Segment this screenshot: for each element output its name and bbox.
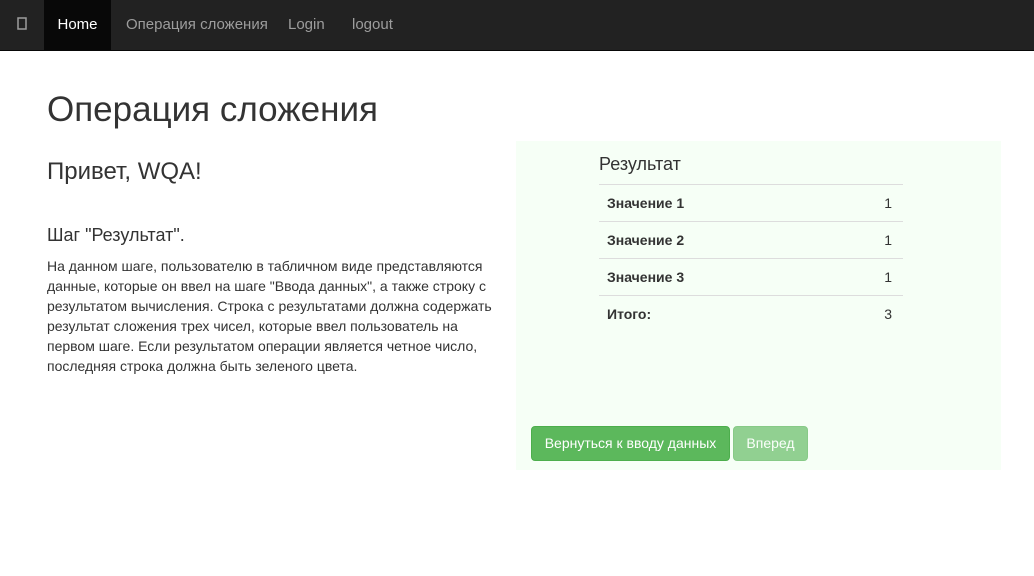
total-value: 3 — [835, 295, 903, 333]
row-value: 1 — [835, 184, 903, 222]
nav-login[interactable]: Login — [288, 0, 325, 50]
row-label: Значение 1 — [599, 184, 836, 222]
step-title: Шаг "Результат". — [47, 225, 185, 245]
row-value: 1 — [835, 221, 903, 259]
table-row: Значение 2 1 — [599, 221, 903, 259]
greeting: Привет, WQA! — [47, 158, 202, 185]
back-to-input-button[interactable]: Вернуться к вводу данных — [531, 426, 730, 461]
table-row: Значение 3 1 — [599, 258, 903, 296]
result-panel: Результат Значение 1 1 Значение 2 1 Знач… — [516, 141, 1001, 470]
brand-link[interactable] — [0, 0, 44, 50]
total-row: Итого: 3 — [599, 295, 903, 333]
total-label: Итого: — [599, 295, 836, 333]
page-title: Операция сложения — [47, 90, 378, 129]
step-description: На данном шаге, пользователю в табличном… — [47, 258, 492, 374]
nav-logout[interactable]: logout — [352, 0, 393, 50]
table-row: Значение 1 1 — [599, 184, 903, 222]
row-label: Значение 2 — [599, 221, 836, 259]
nav-addition-operation[interactable]: Операция сложения — [126, 0, 268, 50]
row-label: Значение 3 — [599, 258, 836, 296]
result-table: Значение 1 1 Значение 2 1 Значение 3 1 И… — [599, 184, 903, 333]
next-button[interactable]: Вперед — [733, 426, 808, 461]
nav-home[interactable]: Home — [44, 0, 111, 50]
app-icon — [17, 17, 27, 30]
navbar: Home Операция сложения Login logout — [0, 0, 1034, 51]
row-value: 1 — [835, 258, 903, 296]
result-caption: Результат — [599, 154, 681, 174]
